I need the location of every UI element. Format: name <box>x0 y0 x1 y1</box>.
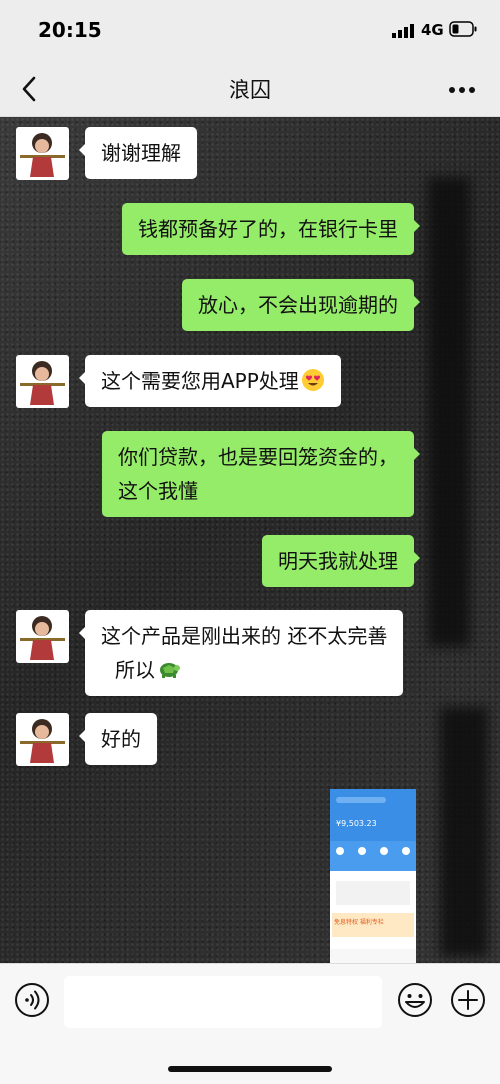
message-text-line: 这个产品是刚出来的 还不太完善 <box>101 624 388 648</box>
plus-icon[interactable] <box>450 982 486 1018</box>
chat-title: 浪囚 <box>229 78 271 102</box>
home-indicator[interactable] <box>168 1066 332 1072</box>
avatar[interactable] <box>16 610 69 663</box>
image-message[interactable]: ¥9,503.23 免息特权 福利专栏 <box>330 789 416 963</box>
message-text-line: 你们贷款，也是要回笼资金的， <box>118 445 398 469</box>
image-balance-text: ¥9,503.23 <box>336 819 377 828</box>
message-input[interactable] <box>64 976 382 1028</box>
avatar[interactable] <box>16 127 69 180</box>
message-text: 这个需要您用APP处理 <box>101 369 299 393</box>
heart-eyes-emoji-icon <box>301 369 324 391</box>
battery-icon <box>449 21 477 37</box>
cellular-signal-icon <box>392 24 414 38</box>
message-text: 谢谢理解 <box>101 141 181 165</box>
message-bubble-incoming[interactable]: 这个产品是刚出来的 还不太完善 所以 <box>78 610 404 696</box>
message-bubble-incoming[interactable]: 谢谢理解 <box>79 127 197 179</box>
network-type: 4G <box>421 21 444 39</box>
message-bubble-incoming[interactable]: 这个需要您用APP处理 <box>79 355 341 407</box>
input-bar <box>0 963 500 1084</box>
redaction-mark <box>428 177 470 647</box>
chat-messages[interactable]: 谢谢理解 钱都预备好了的，在银行卡里 放心，不会出现逾期的 这个需要您用APP处… <box>0 117 500 963</box>
chat-header: 浪囚 <box>0 62 500 117</box>
emoji-icon[interactable] <box>397 982 433 1018</box>
message-text: 放心，不会出现逾期的 <box>198 293 398 317</box>
voice-icon[interactable] <box>14 982 50 1018</box>
message-text-line: 这个我懂 <box>118 479 198 503</box>
message-bubble-outgoing[interactable]: 你们贷款，也是要回笼资金的， 这个我懂 <box>102 431 420 517</box>
message-text-line: 所以 <box>115 658 155 682</box>
status-time: 20:15 <box>38 18 102 42</box>
message-bubble-incoming[interactable]: 好的 <box>79 713 157 765</box>
message-text: 好的 <box>101 727 141 751</box>
status-bar: 20:15 4G <box>0 0 500 62</box>
avatar[interactable] <box>16 355 69 408</box>
redaction-mark <box>440 707 488 957</box>
message-text: 明天我就处理 <box>278 549 398 573</box>
avatar[interactable] <box>16 713 69 766</box>
message-text: 钱都预备好了的，在银行卡里 <box>138 217 398 241</box>
image-banner-text: 免息特权 福利专栏 <box>334 919 384 926</box>
message-bubble-outgoing[interactable]: 放心，不会出现逾期的 <box>182 279 420 331</box>
message-bubble-outgoing[interactable]: 钱都预备好了的，在银行卡里 <box>122 203 420 255</box>
message-bubble-outgoing[interactable]: 明天我就处理 <box>262 535 420 587</box>
turtle-emoji-icon <box>160 663 180 678</box>
more-dots-icon[interactable] <box>448 86 476 94</box>
